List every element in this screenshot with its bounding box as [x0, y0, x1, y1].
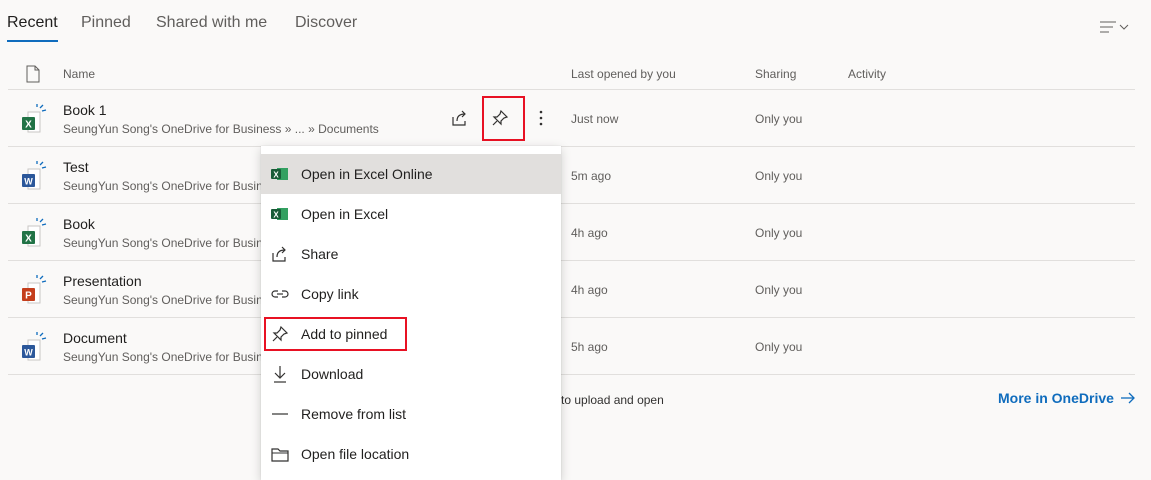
file-path: SeungYun Song's OneDrive for Busin: [63, 236, 263, 250]
more-in-onedrive-link[interactable]: More in OneDrive: [998, 390, 1136, 406]
more-options-button[interactable]: [527, 104, 555, 132]
share-icon: [452, 110, 466, 126]
svg-text:X: X: [273, 211, 279, 220]
more-vertical-icon: [539, 110, 543, 126]
folder-icon: [271, 445, 289, 463]
menu-item-label: Share: [301, 246, 339, 262]
file-row[interactable]: P Presentation SeungYun Song's OneDrive …: [8, 261, 1135, 318]
link-icon: [271, 285, 289, 303]
last-opened: 5m ago: [571, 169, 612, 183]
excel-file-icon: X: [20, 218, 50, 250]
file-name[interactable]: Book: [63, 216, 95, 232]
file-path: SeungYun Song's OneDrive for Busin: [63, 179, 263, 193]
word-file-icon: W: [20, 161, 50, 193]
share-button[interactable]: [446, 104, 474, 132]
powerpoint-file-icon: P: [20, 275, 50, 307]
last-opened: Just now: [571, 112, 619, 126]
file-row[interactable]: X Book 1 SeungYun Song's OneDrive for Bu…: [8, 90, 1135, 147]
menu-item-label: Open in Excel: [301, 206, 389, 222]
svg-text:W: W: [24, 348, 33, 358]
excel-icon: X: [271, 205, 289, 223]
menu-item-label: Open in Excel Online: [301, 166, 433, 182]
word-file-icon: W: [20, 332, 50, 364]
view-toggle-button[interactable]: [1097, 16, 1133, 38]
context-menu: X Open in Excel Online X Open in Excel S…: [261, 146, 561, 480]
more-in-onedrive-label: More in OneDrive: [998, 390, 1114, 406]
sharing-status: Only you: [755, 169, 803, 183]
menu-item-open-in-excel[interactable]: X Open in Excel: [261, 194, 561, 234]
last-opened: 4h ago: [571, 283, 608, 297]
file-row[interactable]: W Document SeungYun Song's OneDrive for …: [8, 318, 1135, 375]
sharing-status: Only you: [755, 226, 803, 240]
file-row[interactable]: W Test SeungYun Song's OneDrive for Busi…: [8, 147, 1135, 204]
tab-recent[interactable]: Recent: [7, 14, 58, 42]
column-last-opened[interactable]: Last opened by you: [571, 67, 676, 81]
column-header-row: Name Last opened by you Sharing Activity: [8, 60, 1135, 90]
menu-item-open-in-excel-online[interactable]: X Open in Excel Online: [261, 154, 561, 194]
menu-item-label: Copy link: [301, 286, 359, 302]
menu-item-copy-link[interactable]: Copy link: [261, 274, 561, 314]
menu-item-label: Download: [301, 366, 364, 382]
column-sharing[interactable]: Sharing: [755, 67, 796, 81]
svg-text:X: X: [25, 120, 32, 131]
file-row[interactable]: X Book SeungYun Song's OneDrive for Busi…: [8, 204, 1135, 261]
upload-hint: to upload and open: [561, 393, 664, 407]
list-view-icon: [1100, 21, 1129, 33]
file-type-header-icon[interactable]: [26, 65, 40, 86]
file-path: SeungYun Song's OneDrive for Busin: [63, 293, 263, 307]
tab-pinned[interactable]: Pinned: [81, 14, 131, 42]
tab-discover[interactable]: Discover: [295, 14, 357, 42]
svg-text:P: P: [25, 291, 32, 302]
column-activity[interactable]: Activity: [848, 67, 886, 81]
pin-button-highlight: [482, 96, 525, 141]
download-icon: [271, 365, 289, 383]
sharing-status: Only you: [755, 112, 803, 126]
excel-file-icon: X: [20, 104, 50, 136]
file-path: SeungYun Song's OneDrive for Business » …: [63, 122, 379, 136]
menu-item-open-file-location[interactable]: Open file location: [261, 434, 561, 474]
file-name[interactable]: Test: [63, 159, 89, 175]
svg-text:W: W: [24, 177, 33, 187]
column-name[interactable]: Name: [63, 67, 95, 81]
add-to-pinned-highlight: [264, 317, 407, 351]
menu-item-download[interactable]: Download: [261, 354, 561, 394]
svg-text:X: X: [273, 171, 279, 180]
arrow-right-icon: [1120, 392, 1135, 404]
menu-item-label: Open file location: [301, 446, 410, 462]
share-icon: [271, 245, 289, 263]
menu-item-remove-from-list[interactable]: Remove from list: [261, 394, 561, 434]
excel-icon: X: [271, 165, 289, 183]
file-name[interactable]: Presentation: [63, 273, 142, 289]
file-name[interactable]: Document: [63, 330, 127, 346]
menu-item-share[interactable]: Share: [261, 234, 561, 274]
last-opened: 4h ago: [571, 226, 608, 240]
sharing-status: Only you: [755, 283, 803, 297]
tab-shared-with-me[interactable]: Shared with me: [156, 14, 267, 42]
file-name[interactable]: Book 1: [63, 102, 107, 118]
tab-bar: Recent Pinned Shared with me Discover: [0, 0, 1151, 44]
remove-icon: [271, 405, 289, 423]
last-opened: 5h ago: [571, 340, 608, 354]
file-path: SeungYun Song's OneDrive for Busin: [63, 350, 263, 364]
sharing-status: Only you: [755, 340, 803, 354]
svg-text:X: X: [25, 234, 32, 245]
menu-item-label: Remove from list: [301, 406, 407, 422]
